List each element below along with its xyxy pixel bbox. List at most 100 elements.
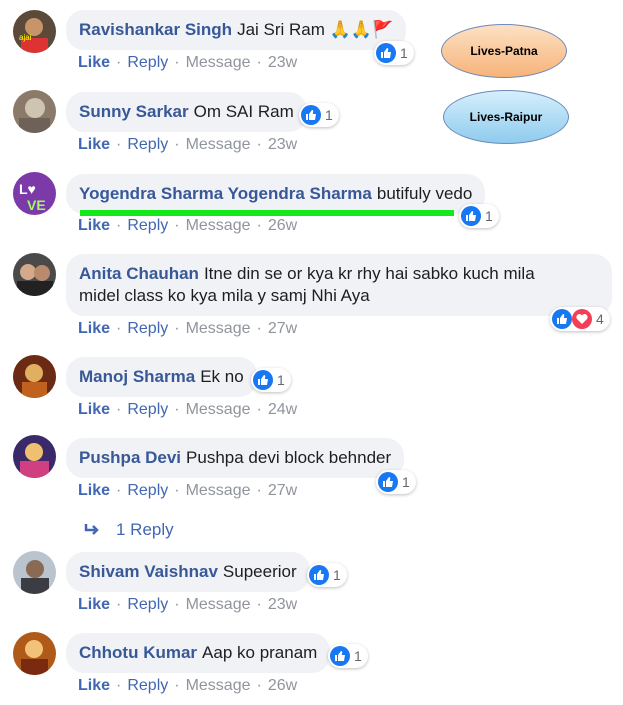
avatar[interactable] bbox=[13, 90, 56, 133]
comment-bubble: Anita Chauhan Itne din se or kya kr rhy h… bbox=[66, 254, 612, 316]
message-link[interactable]: Message bbox=[186, 136, 251, 153]
reaction-count[interactable]: 1 bbox=[459, 204, 499, 228]
comment-actions: Like · Reply · Message · 27w bbox=[78, 482, 298, 499]
reaction-number: 1 bbox=[400, 45, 408, 61]
like-link[interactable]: Like bbox=[78, 596, 110, 613]
reaction-number: 1 bbox=[354, 648, 362, 664]
reply-link[interactable]: Reply bbox=[127, 136, 168, 153]
like-icon bbox=[552, 309, 572, 329]
reaction-number: 1 bbox=[485, 208, 493, 224]
comment-text: Ek no bbox=[200, 367, 244, 386]
reaction-count[interactable]: 1 bbox=[251, 368, 291, 392]
svg-text:L♥: L♥ bbox=[19, 181, 36, 197]
view-replies-label: 1 Reply bbox=[116, 520, 174, 539]
comment-actions: Like · Reply · Message · 24w bbox=[78, 401, 298, 418]
reaction-count[interactable]: 1 bbox=[307, 563, 347, 587]
comment-author[interactable]: Yogendra Sharma Yogendra Sharma bbox=[79, 184, 372, 203]
reply-link[interactable]: Reply bbox=[127, 401, 168, 418]
love-icon bbox=[572, 309, 592, 329]
comment-text: Om SAI Ram bbox=[193, 102, 294, 121]
avatar[interactable] bbox=[13, 435, 56, 478]
comment-actions: Like · Reply · Message · 26w bbox=[78, 677, 298, 694]
message-link[interactable]: Message bbox=[186, 482, 251, 499]
comment-author[interactable]: Shivam Vaishnav bbox=[79, 562, 218, 581]
like-icon bbox=[309, 565, 329, 585]
reaction-number: 4 bbox=[596, 311, 604, 327]
reaction-count[interactable]: 4 bbox=[550, 307, 610, 331]
avatar[interactable] bbox=[13, 355, 56, 398]
comment-author[interactable]: Ravishankar Singh bbox=[79, 20, 232, 39]
reply-link[interactable]: Reply bbox=[127, 217, 168, 234]
like-link[interactable]: Like bbox=[78, 482, 110, 499]
reaction-number: 1 bbox=[402, 474, 410, 490]
annotation-oval-raipur: Lives-Raipur bbox=[443, 90, 569, 144]
reaction-count[interactable]: 1 bbox=[376, 470, 416, 494]
annotation-oval-patna-label: Lives-Patna bbox=[470, 44, 538, 58]
avatar[interactable]: L♥ VE bbox=[13, 172, 56, 215]
timestamp[interactable]: 23w bbox=[268, 136, 297, 153]
reply-link[interactable]: Reply bbox=[127, 482, 168, 499]
message-link[interactable]: Message bbox=[186, 54, 251, 71]
reply-link[interactable]: Reply bbox=[127, 320, 168, 337]
like-link[interactable]: Like bbox=[78, 136, 110, 153]
like-link[interactable]: Like bbox=[78, 677, 110, 694]
timestamp[interactable]: 23w bbox=[268, 54, 297, 71]
reaction-count[interactable]: 1 bbox=[328, 644, 368, 668]
message-link[interactable]: Message bbox=[186, 217, 251, 234]
like-icon bbox=[378, 472, 398, 492]
message-link[interactable]: Message bbox=[186, 596, 251, 613]
reply-link[interactable]: Reply bbox=[127, 677, 168, 694]
view-replies-link[interactable]: 1 Reply bbox=[84, 520, 174, 540]
like-icon bbox=[376, 43, 396, 63]
svg-text:ajai: ajai bbox=[19, 33, 32, 42]
comment-text-line2: midel class ko kya mila y samj Nhi Aya bbox=[79, 286, 370, 305]
comment-author[interactable]: Manoj Sharma bbox=[79, 367, 195, 386]
like-link[interactable]: Like bbox=[78, 217, 110, 234]
comment-author[interactable]: Chhotu Kumar bbox=[79, 643, 197, 662]
message-link[interactable]: Message bbox=[186, 401, 251, 418]
comment-text: Aap ko pranam bbox=[202, 643, 318, 662]
avatar[interactable] bbox=[13, 632, 56, 675]
comment-author[interactable]: Anita Chauhan bbox=[79, 264, 199, 283]
timestamp[interactable]: 26w bbox=[268, 217, 297, 234]
reaction-count[interactable]: 1 bbox=[299, 103, 339, 127]
reaction-number: 1 bbox=[333, 567, 341, 583]
annotation-oval-raipur-label: Lives-Raipur bbox=[469, 110, 543, 124]
reply-arrow-icon bbox=[84, 523, 100, 537]
svg-text:VE: VE bbox=[27, 197, 46, 213]
like-link[interactable]: Like bbox=[78, 401, 110, 418]
comment-text: Jai Sri Ram 🙏🙏🚩 bbox=[237, 20, 394, 39]
comment-bubble: Yogendra Sharma Yogendra Sharma butifuly … bbox=[66, 174, 486, 214]
comment-text: Pushpa devi block behnder bbox=[186, 448, 392, 467]
comment-bubble: Shivam Vaishnav Supeerior bbox=[66, 552, 310, 592]
timestamp[interactable]: 24w bbox=[268, 401, 297, 418]
comment-actions: Like · Reply · Message · 23w bbox=[78, 136, 298, 153]
comment-bubble: Sunny Sarkar Om SAI Ram bbox=[66, 92, 307, 132]
timestamp[interactable]: 27w bbox=[268, 482, 297, 499]
avatar[interactable]: ajai bbox=[13, 10, 56, 53]
message-link[interactable]: Message bbox=[186, 677, 251, 694]
like-icon bbox=[253, 370, 273, 390]
comment-bubble: Ravishankar Singh Jai Sri Ram 🙏🙏🚩 bbox=[66, 10, 407, 50]
reaction-count[interactable]: 1 bbox=[374, 41, 414, 65]
comment-actions: Like · Reply · Message · 26w bbox=[78, 217, 298, 234]
comment-bubble: Manoj Sharma Ek no bbox=[66, 357, 257, 397]
message-link[interactable]: Message bbox=[186, 320, 251, 337]
comment-text: butifuly vedo bbox=[376, 184, 473, 203]
comment-author[interactable]: Sunny Sarkar bbox=[79, 102, 189, 121]
like-link[interactable]: Like bbox=[78, 54, 110, 71]
reply-link[interactable]: Reply bbox=[127, 596, 168, 613]
like-icon bbox=[461, 206, 481, 226]
highlight-underline bbox=[80, 210, 454, 216]
avatar[interactable] bbox=[13, 253, 56, 296]
timestamp[interactable]: 26w bbox=[268, 677, 297, 694]
like-link[interactable]: Like bbox=[78, 320, 110, 337]
comment-text: Itne din se or kya kr rhy hai sabko kuch… bbox=[203, 264, 535, 283]
like-icon bbox=[301, 105, 321, 125]
timestamp[interactable]: 27w bbox=[268, 320, 297, 337]
timestamp[interactable]: 23w bbox=[268, 596, 297, 613]
avatar[interactable] bbox=[13, 551, 56, 594]
comment-author[interactable]: Pushpa Devi bbox=[79, 448, 181, 467]
reply-link[interactable]: Reply bbox=[127, 54, 168, 71]
comment-actions: Like · Reply · Message · 23w bbox=[78, 596, 298, 613]
